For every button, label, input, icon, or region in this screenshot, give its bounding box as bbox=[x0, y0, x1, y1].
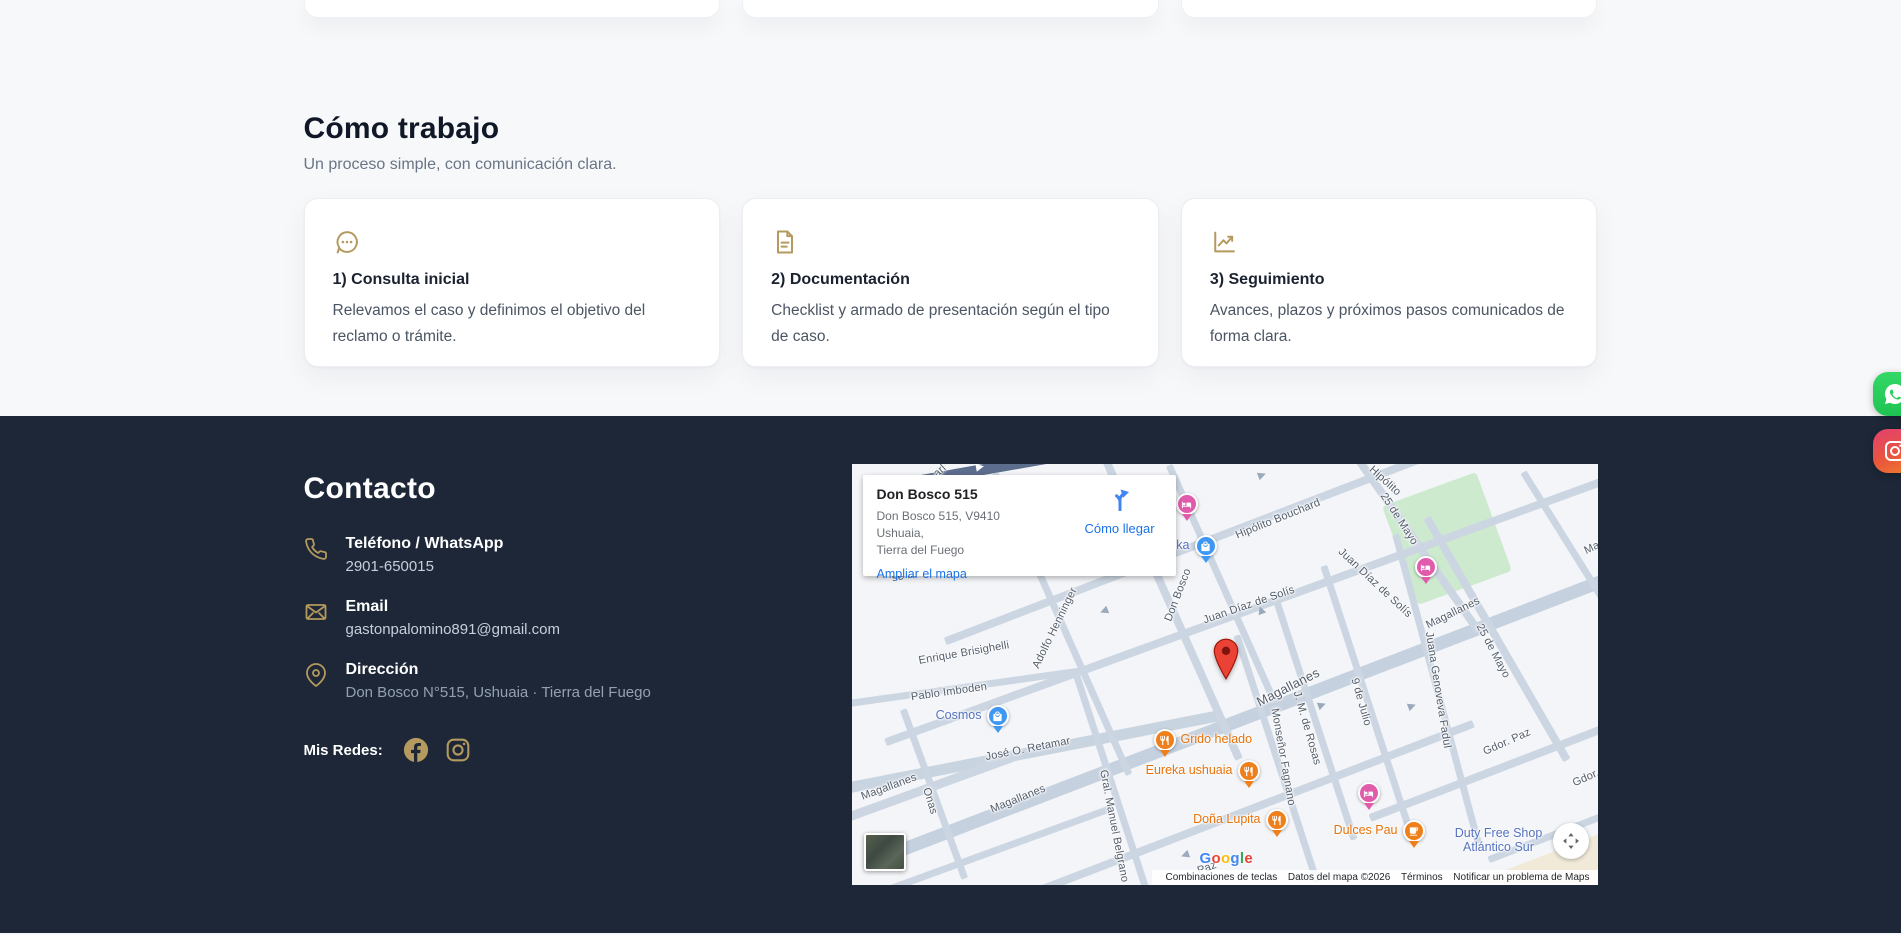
poi-label: Grido helado bbox=[1181, 732, 1253, 746]
street-label: Enrique Brisighelli bbox=[917, 639, 1010, 667]
cafe-marker[interactable] bbox=[1403, 820, 1425, 842]
contact-label: Dirección bbox=[346, 661, 651, 679]
whatsapp-icon bbox=[1883, 382, 1901, 406]
attribution-item: Datos del mapa ©2026 bbox=[1288, 872, 1390, 883]
contact-label: Email bbox=[346, 598, 561, 616]
enlarge-map-link[interactable]: Ampliar el mapa bbox=[877, 567, 967, 581]
contact-item: Email gastonpalomino891@gmail.com bbox=[304, 598, 804, 638]
street-label: José O. Retamar bbox=[984, 735, 1071, 763]
street-label: Hipólito Bouchard bbox=[1233, 497, 1321, 542]
card-partial bbox=[1181, 0, 1598, 18]
card-partial bbox=[742, 0, 1159, 18]
instagram-icon[interactable] bbox=[445, 737, 471, 763]
mail-icon bbox=[304, 600, 328, 624]
shopping-marker[interactable] bbox=[987, 705, 1009, 727]
directions-icon bbox=[1107, 498, 1133, 515]
how-cards-grid: 1) Consulta inicial Relevamos el caso y d… bbox=[304, 198, 1598, 367]
process-card: 2) Documentación Checklist y armado de pr… bbox=[742, 198, 1159, 367]
poi-label: Doña Lupita bbox=[1193, 812, 1260, 826]
road-arrow bbox=[1256, 470, 1266, 480]
attribution-item[interactable]: Términos bbox=[1401, 872, 1443, 883]
map-red-pin[interactable] bbox=[1212, 638, 1240, 685]
contact-text: Email gastonpalomino891@gmail.com bbox=[346, 598, 561, 638]
instagram-white-icon bbox=[1883, 439, 1901, 463]
contact-value[interactable]: gastonpalomino891@gmail.com bbox=[346, 621, 561, 638]
street-label: Pablo Imboden bbox=[910, 681, 988, 704]
social-label: Mis Redes: bbox=[304, 742, 383, 759]
social-row: Mis Redes: bbox=[304, 737, 804, 763]
contact-item: Dirección Don Bosco N°515, Ushuaia · Tier… bbox=[304, 661, 804, 701]
road-arrow bbox=[1098, 606, 1108, 616]
contact-value[interactable]: 2901-650015 bbox=[346, 558, 504, 575]
map-info-card: Don Bosco 515 Don Bosco 515, V9410 Ushua… bbox=[863, 475, 1176, 576]
street-label: Juana Genoveva Fadul bbox=[1422, 631, 1452, 749]
card-body: Relevamos el caso y definimos el objetiv… bbox=[333, 298, 692, 349]
chat-icon bbox=[333, 228, 361, 256]
instagram-float-button[interactable] bbox=[1873, 429, 1901, 473]
contact-title: Contacto bbox=[304, 472, 804, 506]
phone-icon bbox=[304, 537, 328, 561]
restaurant-marker[interactable] bbox=[1154, 729, 1176, 751]
whatsapp-float-button[interactable] bbox=[1873, 372, 1901, 416]
card-partial bbox=[304, 0, 721, 18]
document-icon bbox=[771, 228, 799, 256]
footer: Contacto Teléfono / WhatsApp 2901-650015 E… bbox=[0, 416, 1901, 933]
poi-label: Dulces Pau bbox=[1334, 823, 1398, 837]
road-arrow bbox=[1179, 850, 1189, 860]
section-subtitle: Un proceso simple, con comunicación clar… bbox=[304, 156, 1598, 174]
street-label: Gdor. bbox=[1570, 767, 1597, 789]
google-map[interactable]: Hipólito BouchardHipólito25 de MayoJuan … bbox=[852, 464, 1598, 885]
contact-label: Teléfono / WhatsApp bbox=[346, 535, 504, 553]
how-i-work-section: Cómo trabajo Un proceso simple, con comu… bbox=[304, 112, 1598, 367]
attribution-item[interactable]: Combinaciones de teclas bbox=[1166, 872, 1278, 883]
card-title: 1) Consulta inicial bbox=[333, 271, 692, 289]
road-arrow bbox=[1316, 700, 1326, 710]
chart-icon bbox=[1210, 228, 1238, 256]
restaurant-marker[interactable] bbox=[1238, 760, 1260, 782]
previous-section-cards bbox=[304, 0, 1598, 18]
map-attribution-bar: Combinaciones de teclas Datos del mapa ©2… bbox=[1152, 870, 1598, 885]
facebook-icon[interactable] bbox=[403, 737, 429, 763]
road-arrow bbox=[1406, 701, 1416, 711]
card-title: 2) Documentación bbox=[771, 271, 1130, 289]
process-card: 3) Seguimiento Avances, plazos y próximos… bbox=[1181, 198, 1598, 367]
info-card-address: Don Bosco 515, V9410 Ushuaia, Tierra del… bbox=[877, 508, 1047, 558]
attribution-item[interactable]: Notificar un problema de Maps bbox=[1453, 872, 1589, 883]
contact-column: Contacto Teléfono / WhatsApp 2901-650015 E… bbox=[304, 464, 804, 885]
poi-label: Duty Free Shop Atlántico Sur bbox=[1455, 826, 1543, 854]
lodging-marker[interactable] bbox=[1358, 782, 1380, 804]
poi-label: Cosmos bbox=[936, 708, 982, 722]
card-body: Avances, plazos y próximos pasos comunic… bbox=[1210, 298, 1569, 349]
directions-link[interactable]: Cómo llegar bbox=[1074, 485, 1166, 536]
contact-text: Dirección Don Bosco N°515, Ushuaia · Tier… bbox=[346, 661, 651, 701]
road-arrow bbox=[975, 464, 984, 472]
map-pan-control[interactable] bbox=[1553, 823, 1589, 859]
lodging-marker[interactable] bbox=[1176, 493, 1198, 515]
lodging-marker[interactable] bbox=[1415, 556, 1437, 578]
street-label: Ma bbox=[1582, 539, 1598, 557]
pin-icon bbox=[304, 663, 328, 687]
section-title: Cómo trabajo bbox=[304, 112, 1598, 146]
poi-label: Eureka ushuaia bbox=[1146, 763, 1233, 777]
contact-item: Teléfono / WhatsApp 2901-650015 bbox=[304, 535, 804, 575]
google-logo[interactable]: Google bbox=[1200, 850, 1254, 867]
process-card: 1) Consulta inicial Relevamos el caso y d… bbox=[304, 198, 721, 367]
restaurant-marker[interactable] bbox=[1266, 809, 1288, 831]
contact-value: Don Bosco N°515, Ushuaia · Tierra del Fu… bbox=[346, 684, 651, 701]
shopping-marker[interactable] bbox=[1195, 535, 1217, 557]
satellite-inset-thumbnail[interactable] bbox=[864, 833, 906, 871]
contact-items: Teléfono / WhatsApp 2901-650015 Email gasto… bbox=[304, 535, 804, 701]
card-body: Checklist y armado de presentación según… bbox=[771, 298, 1130, 349]
contact-text: Teléfono / WhatsApp 2901-650015 bbox=[346, 535, 504, 575]
street-label: Gdor. Paz bbox=[1481, 726, 1532, 758]
card-title: 3) Seguimiento bbox=[1210, 271, 1569, 289]
